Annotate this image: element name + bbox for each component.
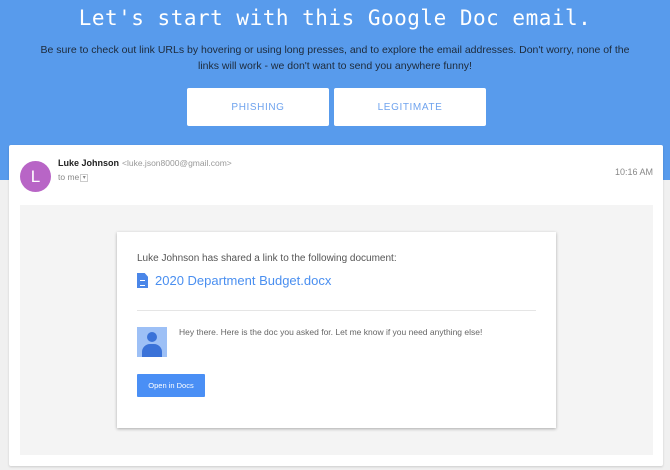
sender-name: Luke Johnson	[58, 158, 120, 168]
document-name[interactable]: 2020 Department Budget.docx	[155, 273, 331, 288]
sender: Luke Johnson <luke.json8000@gmail.com>	[58, 158, 232, 168]
to-me-label: to me	[58, 172, 80, 182]
legitimate-button[interactable]: LEGITIMATE	[334, 88, 486, 126]
open-in-docs-button[interactable]: Open in Docs	[137, 374, 205, 397]
chevron-down-icon[interactable]: ▾	[80, 173, 89, 182]
email-body: Luke Johnson has shared a link to the fo…	[20, 205, 653, 455]
timestamp: 10:16 AM	[614, 167, 653, 177]
phishing-button[interactable]: PHISHING	[187, 88, 329, 126]
document-link[interactable]: 2020 Department Budget.docx	[137, 273, 331, 288]
message-text: Hey there. Here is the doc you asked for…	[179, 327, 483, 337]
instructions: Be sure to check out link URLs by hoveri…	[40, 44, 630, 72]
sender-avatar: L	[20, 161, 51, 192]
user-avatar-icon	[137, 327, 167, 357]
sender-email[interactable]: <luke.json8000@gmail.com>	[122, 158, 232, 168]
share-card: Luke Johnson has shared a link to the fo…	[117, 232, 556, 428]
google-doc-icon	[137, 273, 148, 288]
divider	[137, 310, 536, 311]
recipient: to me ▾	[58, 172, 89, 182]
page-title: Let's start with this Google Doc email.	[78, 6, 592, 30]
share-text: Luke Johnson has shared a link to the fo…	[137, 253, 397, 264]
email-card: L Luke Johnson <luke.json8000@gmail.com> …	[9, 145, 663, 466]
